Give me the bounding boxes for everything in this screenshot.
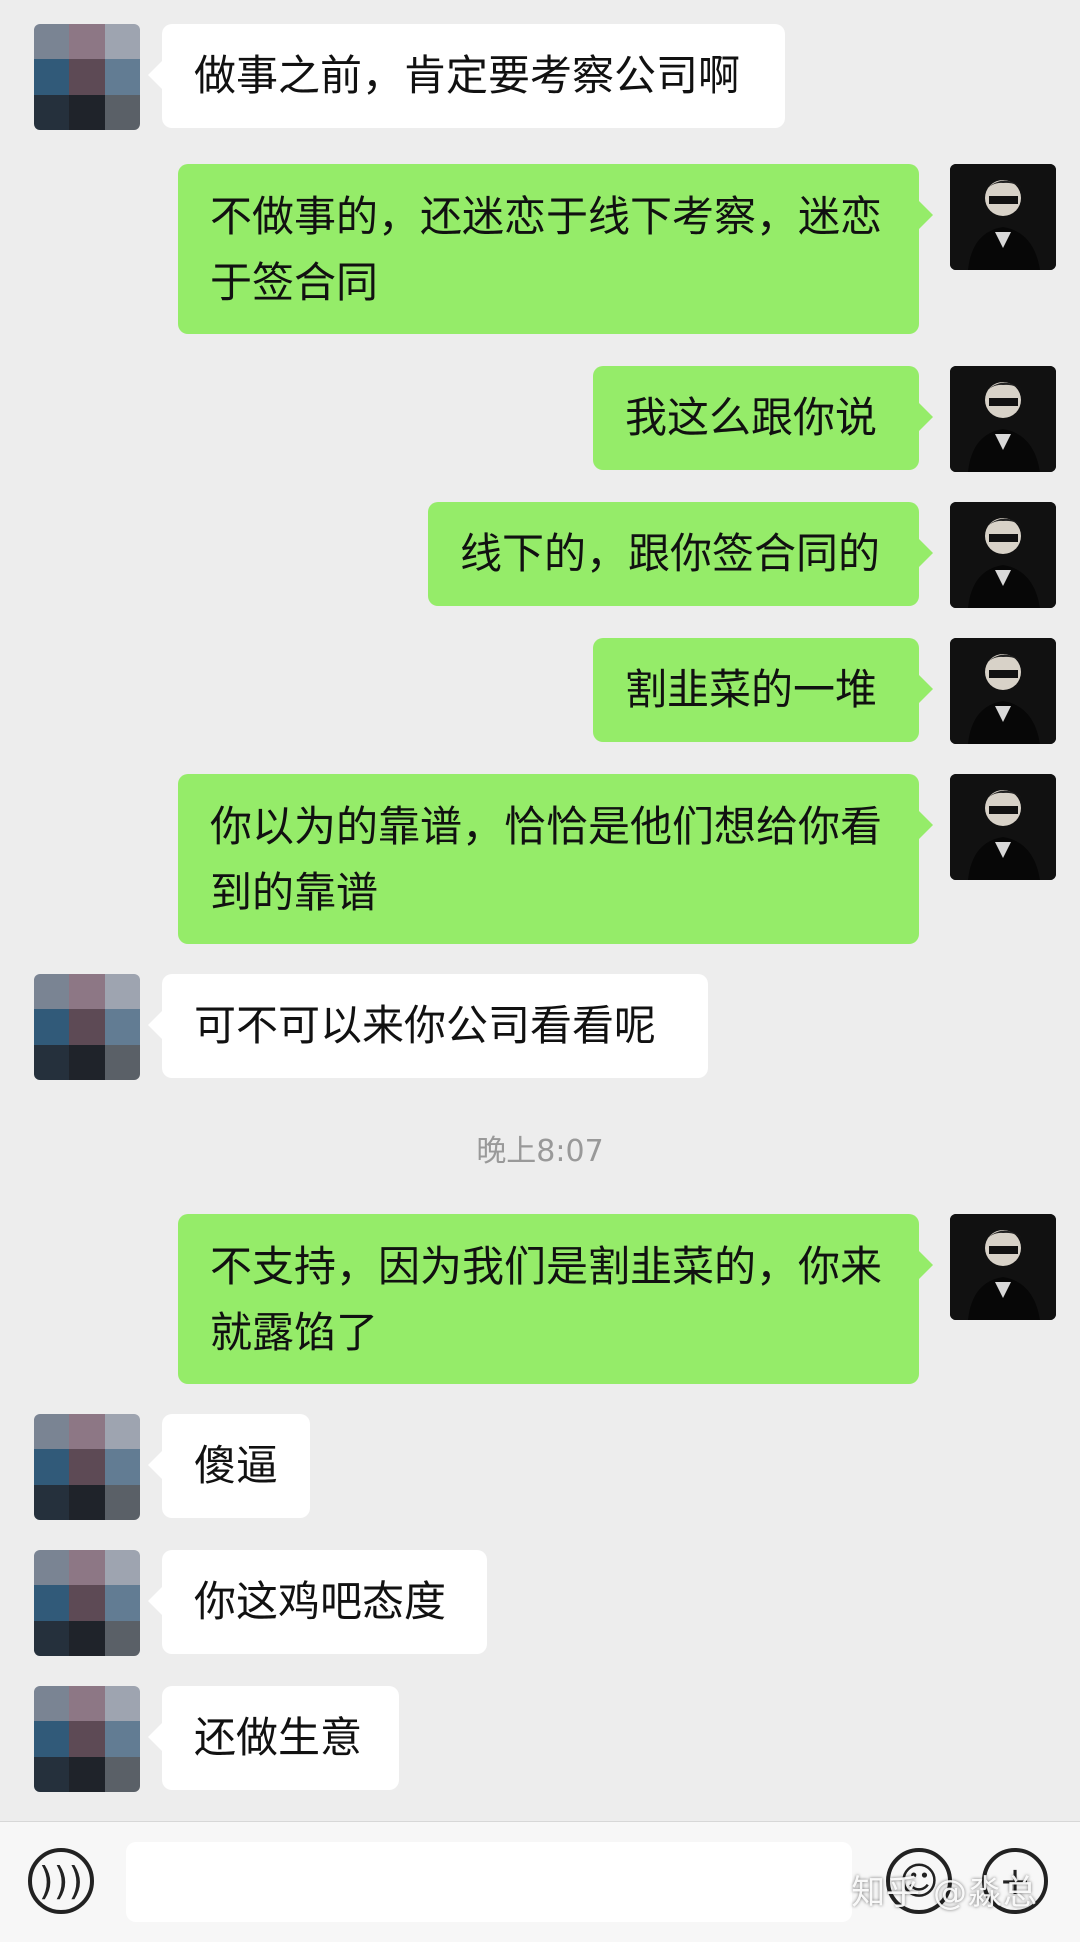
message-bubble[interactable]: 割韭菜的一堆 <box>593 638 933 742</box>
avatar[interactable] <box>950 164 1056 270</box>
message-input[interactable] <box>126 1842 852 1922</box>
message-row-left: 你这鸡吧态度 <box>0 1550 1080 1660</box>
message-bubble[interactable]: 不做事的，还迷恋于线下考察，迷恋 于签合同 <box>178 164 933 334</box>
message-row-left: 傻逼 <box>0 1414 1080 1524</box>
chat-input-bar: ))) ☺ + 知乎 @淼总 <box>0 1821 1080 1942</box>
avatar[interactable] <box>950 502 1056 608</box>
message-bubble[interactable]: 你以为的靠谱，恰恰是他们想给你看 到的靠谱 <box>178 774 933 944</box>
message-row-right: 不做事的，还迷恋于线下考察，迷恋 于签合同 <box>0 164 1080 340</box>
watermark: 知乎 @淼总 <box>851 1873 1038 1913</box>
message-bubble[interactable]: 傻逼 <box>148 1414 310 1518</box>
message-bubble[interactable]: 线下的，跟你签合同的 <box>428 502 933 606</box>
message-bubble[interactable]: 做事之前，肯定要考察公司啊 <box>148 24 785 128</box>
avatar[interactable] <box>34 1686 140 1792</box>
message-row-left: 做事之前，肯定要考察公司啊 <box>0 24 1080 134</box>
avatar[interactable] <box>34 1414 140 1520</box>
message-row-right: 你以为的靠谱，恰恰是他们想给你看 到的靠谱 <box>0 774 1080 950</box>
avatar[interactable] <box>34 24 140 130</box>
message-row-left: 可不可以来你公司看看呢 <box>0 974 1080 1084</box>
avatar[interactable] <box>950 1214 1056 1320</box>
chat-area[interactable]: 做事之前，肯定要考察公司啊 不做事的，还迷恋于线下考察，迷恋 于签合同 我这么跟… <box>0 0 1080 1822</box>
message-bubble[interactable]: 不支持，因为我们是割韭菜的，你来 就露馅了 <box>178 1214 933 1384</box>
avatar[interactable] <box>950 638 1056 744</box>
message-row-right: 线下的，跟你签合同的 <box>0 502 1080 612</box>
message-row-left: 还做生意 <box>0 1686 1080 1796</box>
message-bubble[interactable]: 还做生意 <box>148 1686 399 1790</box>
message-bubble[interactable]: 我这么跟你说 <box>593 366 933 470</box>
message-row-right: 割韭菜的一堆 <box>0 638 1080 748</box>
voice-icon[interactable]: ))) <box>28 1848 94 1914</box>
avatar[interactable] <box>34 974 140 1080</box>
message-row-right: 不支持，因为我们是割韭菜的，你来 就露馅了 <box>0 1214 1080 1390</box>
avatar[interactable] <box>950 774 1056 880</box>
message-bubble[interactable]: 可不可以来你公司看看呢 <box>148 974 708 1078</box>
avatar[interactable] <box>950 366 1056 472</box>
message-bubble[interactable]: 你这鸡吧态度 <box>148 1550 487 1654</box>
chat-time-divider: 晚上8:07 <box>476 1134 604 1169</box>
avatar[interactable] <box>34 1550 140 1656</box>
message-row-right: 我这么跟你说 <box>0 366 1080 476</box>
